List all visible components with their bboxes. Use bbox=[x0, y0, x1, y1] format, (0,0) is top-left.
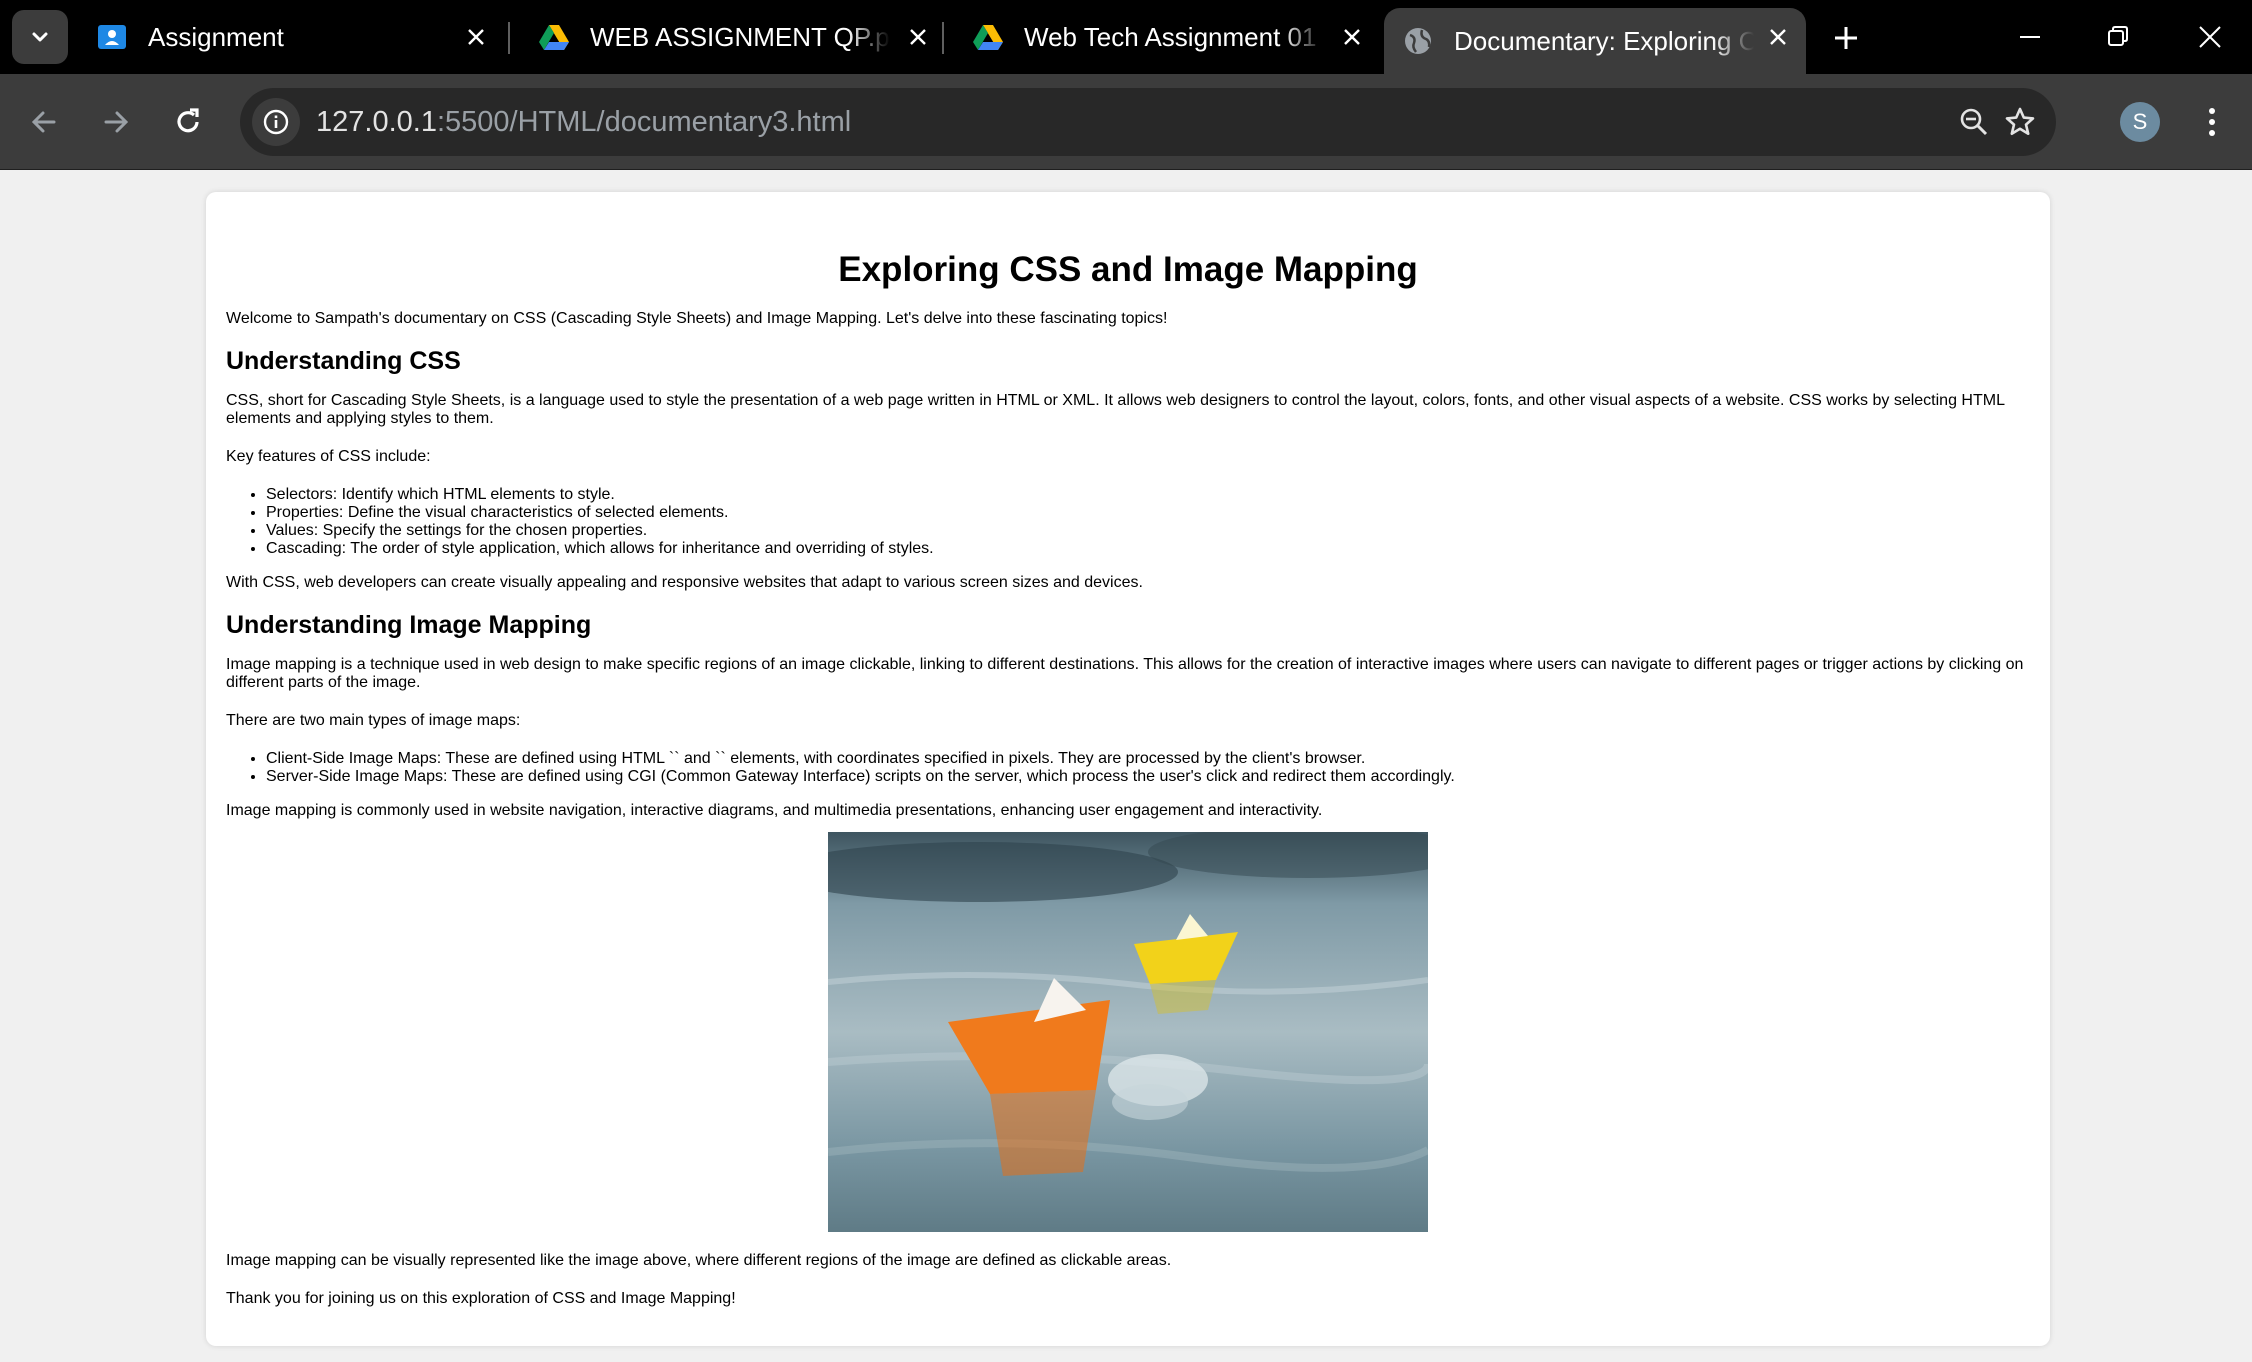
close-window-button[interactable] bbox=[2180, 10, 2240, 64]
tab-title: Web Tech Assignment 01 - Google Drive bbox=[1024, 21, 1324, 52]
closing-paragraph: Thank you for joining us on this explora… bbox=[226, 1290, 736, 1307]
arrow-right-icon bbox=[104, 111, 129, 133]
minimize-icon bbox=[2020, 36, 2040, 38]
address-bar[interactable]: 127.0.0.1:5500/HTML/documentary3.html bbox=[240, 88, 2056, 156]
list-item: Values: Specify the settings for the cho… bbox=[266, 522, 2030, 540]
image-mapping-paragraph: Image mapping is a technique used in web… bbox=[226, 656, 2024, 691]
image-map-types-intro: There are two main types of image maps: bbox=[226, 712, 521, 729]
tab-title: Assignment bbox=[148, 21, 284, 52]
url-text[interactable]: 127.0.0.1:5500/HTML/documentary3.html bbox=[316, 106, 851, 139]
tab-documentary[interactable]: Documentary: Exploring CSS and Image Map… bbox=[1384, 8, 1806, 74]
documentary-container: Exploring CSS and Image Mapping Welcome … bbox=[206, 192, 2050, 1346]
list-item: Properties: Define the visual characteri… bbox=[266, 504, 2030, 522]
tab-web-tech-assignment[interactable]: Web Tech Assignment 01 - Google Drive bbox=[946, 8, 1380, 66]
paper-boats-image[interactable] bbox=[828, 832, 1428, 1232]
section-heading-image-mapping: Understanding Image Mapping bbox=[226, 611, 592, 639]
reload-icon bbox=[177, 108, 199, 133]
close-icon[interactable] bbox=[1764, 23, 1792, 51]
list-item: Client-Side Image Maps: These are define… bbox=[266, 750, 2030, 768]
tab-separator bbox=[508, 22, 510, 54]
forward-button[interactable] bbox=[92, 98, 140, 146]
zoom-button[interactable] bbox=[1950, 98, 1998, 146]
google-drive-icon bbox=[973, 25, 1003, 50]
close-icon[interactable] bbox=[462, 23, 490, 51]
close-icon bbox=[2199, 26, 2221, 48]
restore-button[interactable] bbox=[2088, 10, 2148, 64]
bookmark-button[interactable] bbox=[1996, 98, 2044, 146]
css-features-intro: Key features of CSS include: bbox=[226, 448, 431, 465]
url-path: :5500/HTML/documentary3.html bbox=[436, 106, 852, 138]
more-vertical-icon bbox=[2209, 108, 2215, 136]
browser-menu-button[interactable] bbox=[2190, 98, 2234, 146]
image-wrapper bbox=[226, 832, 2030, 1232]
image-caption: Image mapping can be visually represente… bbox=[226, 1252, 1172, 1269]
list-item: Server-Side Image Maps: These are define… bbox=[266, 768, 2030, 786]
reload-button[interactable] bbox=[164, 98, 212, 146]
css-features-list: Selectors: Identify which HTML elements … bbox=[226, 486, 2030, 558]
back-button[interactable] bbox=[20, 98, 68, 146]
css-paragraph: CSS, short for Cascading Style Sheets, i… bbox=[226, 392, 2005, 427]
google-drive-icon bbox=[539, 25, 569, 50]
site-info-button[interactable] bbox=[252, 98, 300, 146]
tab-title: WEB ASSIGNMENT QP.pdf - Google Drive bbox=[590, 21, 890, 52]
browser-toolbar: 127.0.0.1:5500/HTML/documentary3.html S bbox=[0, 74, 2252, 170]
restore-icon bbox=[2108, 26, 2128, 46]
image-mapping-outro: Image mapping is commonly used in websit… bbox=[226, 802, 1323, 819]
chevron-down-icon bbox=[32, 32, 48, 42]
tab-assignment[interactable]: Assignment bbox=[70, 8, 504, 66]
css-outro: With CSS, web developers can create visu… bbox=[226, 574, 1143, 591]
paper-boats-illustration bbox=[828, 832, 1428, 1232]
globe-icon bbox=[1405, 28, 1431, 54]
tab-strip: Assignment WEB ASSIGNMENT QP.pdf - Googl… bbox=[0, 0, 2252, 74]
tab-title: Documentary: Exploring CSS and Image Map… bbox=[1454, 25, 1754, 56]
url-host: 127.0.0.1 bbox=[316, 106, 437, 138]
page-title: Exploring CSS and Image Mapping bbox=[838, 250, 1418, 289]
list-item: Cascading: The order of style applicatio… bbox=[266, 540, 2030, 558]
list-item: Selectors: Identify which HTML elements … bbox=[266, 486, 2030, 504]
tab-separator bbox=[942, 22, 944, 54]
zoom-out-icon bbox=[1960, 108, 1988, 136]
close-icon[interactable] bbox=[1338, 23, 1366, 51]
page-viewport: Exploring CSS and Image Mapping Welcome … bbox=[0, 170, 2252, 1362]
section-heading-css: Understanding CSS bbox=[226, 347, 461, 375]
info-icon bbox=[263, 109, 289, 135]
minimize-button[interactable] bbox=[2000, 10, 2060, 64]
intro-paragraph: Welcome to Sampath's documentary on CSS … bbox=[226, 310, 1168, 327]
profile-avatar[interactable]: S bbox=[2120, 102, 2160, 142]
tab-search-button[interactable] bbox=[12, 10, 68, 64]
tab-web-assignment-qp[interactable]: WEB ASSIGNMENT QP.pdf - Google Drive bbox=[512, 8, 946, 66]
close-icon[interactable] bbox=[904, 23, 932, 51]
star-icon bbox=[2005, 107, 2035, 135]
arrow-left-icon bbox=[31, 111, 56, 133]
image-map-types-list: Client-Side Image Maps: These are define… bbox=[226, 750, 2030, 786]
article-content: Welcome to Sampath's documentary on CSS … bbox=[226, 310, 2030, 1308]
plus-icon bbox=[1835, 27, 1857, 49]
new-tab-button[interactable] bbox=[1822, 14, 1870, 62]
google-classroom-icon bbox=[98, 25, 126, 49]
